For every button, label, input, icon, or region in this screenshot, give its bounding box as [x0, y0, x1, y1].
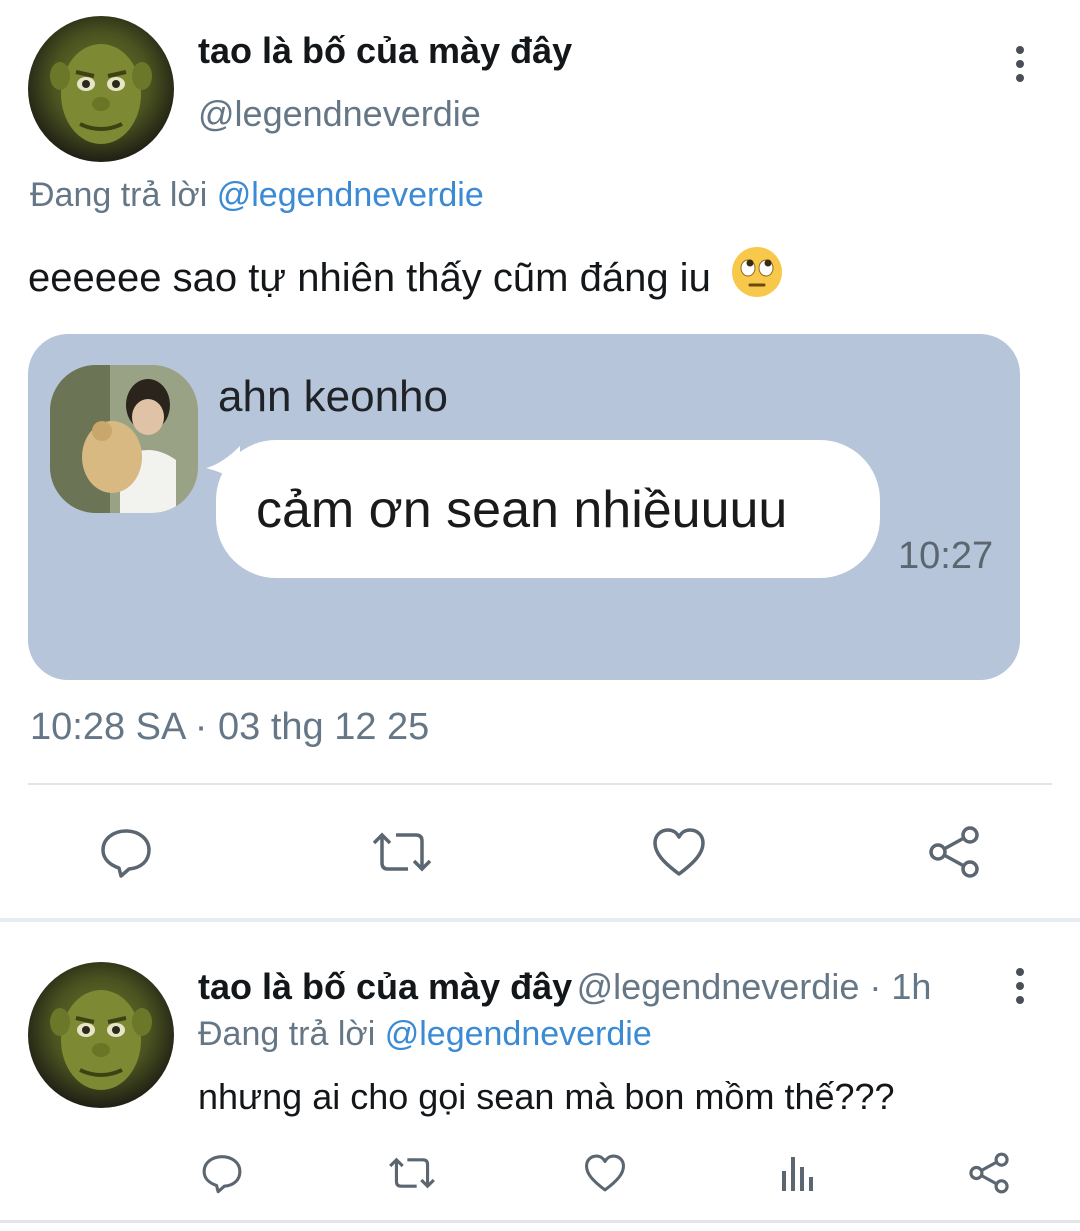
- like-icon[interactable]: [650, 822, 708, 882]
- reply-author-avatar[interactable]: [28, 962, 174, 1108]
- divider: [28, 783, 1052, 785]
- rolling-eyes-emoji-icon: [731, 247, 782, 297]
- reply-like-icon[interactable]: [582, 1150, 628, 1196]
- reply-tweet-text: nhưng ai cho gọi sean mà bon mồm thế???: [198, 1076, 895, 1117]
- reply-header: tao là bố của mày đây @legendneverdie · …: [198, 966, 931, 1008]
- reply-tweet-prefix: Đang trả lời: [198, 1015, 376, 1053]
- reply-mention-link[interactable]: @legendneverdie: [217, 176, 484, 214]
- reply-analytics-icon[interactable]: [776, 1150, 818, 1196]
- reply-more-options-icon[interactable]: [1014, 968, 1026, 1004]
- reply-retweet-icon[interactable]: [386, 1150, 438, 1196]
- share-icon[interactable]: [924, 822, 984, 882]
- reply-share-icon[interactable]: [966, 1150, 1012, 1196]
- reply-icon[interactable]: [96, 822, 156, 882]
- reply-reply-icon[interactable]: [200, 1150, 244, 1196]
- author-display-name[interactable]: tao là bố của mày đây: [198, 30, 572, 72]
- chat-message-text: cảm ơn sean nhiềuuuu: [256, 481, 788, 539]
- reply-tweet-mention-link[interactable]: @legendneverdie: [385, 1015, 652, 1053]
- retweet-icon[interactable]: [370, 822, 434, 882]
- chat-sender-avatar: [50, 365, 198, 513]
- more-options-icon[interactable]: [1014, 46, 1026, 82]
- tweet-text: eeeeee sao tự nhiên thấy cũm đáng iu: [28, 245, 784, 301]
- chat-sender-name: ahn keonho: [218, 372, 448, 421]
- reply-author-handle-time[interactable]: @legendneverdie · 1h: [577, 966, 932, 1007]
- reply-author-display-name[interactable]: tao là bố của mày đây: [198, 966, 572, 1007]
- author-handle[interactable]: @legendneverdie: [198, 93, 481, 135]
- chat-message-time: 10:27: [898, 535, 994, 577]
- tweet-text-body: eeeeee sao tự nhiên thấy cũm đáng iu: [28, 256, 711, 300]
- reply-context: Đang trả lời @legendneverdie: [30, 176, 484, 215]
- tweet-timestamp[interactable]: 10:28 SA · 03 thg 12 25: [30, 706, 429, 749]
- bottom-divider: [0, 1220, 1080, 1223]
- tweet-separator: [0, 918, 1080, 922]
- reply-tweet-context: Đang trả lời @legendneverdie: [198, 1015, 652, 1054]
- author-avatar[interactable]: [28, 16, 174, 162]
- reply-prefix: Đang trả lời: [30, 176, 208, 214]
